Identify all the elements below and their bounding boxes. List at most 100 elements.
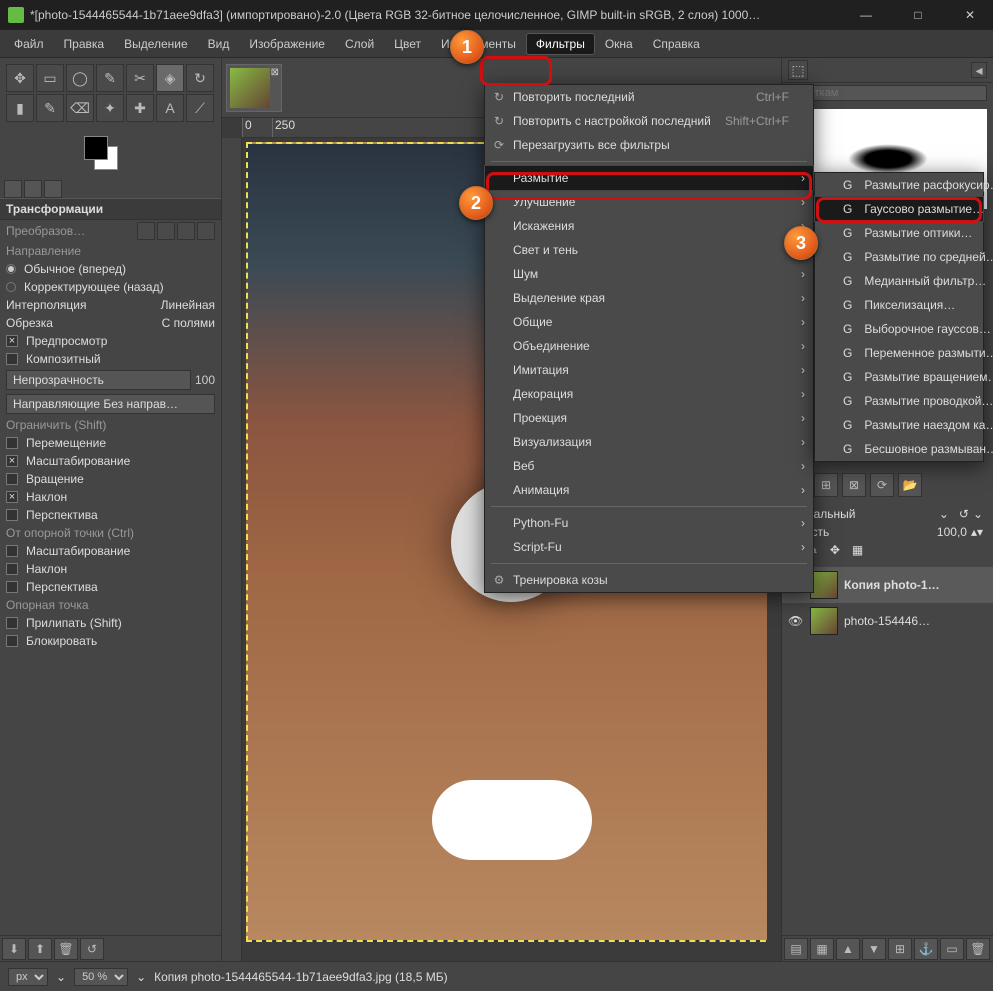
layer-row[interactable]: 👁 photo-154446… [782,603,993,639]
c-persp-check[interactable] [6,509,18,521]
tool-unified-transform[interactable]: ◈ [156,64,184,92]
tool-pencil[interactable]: ✎ [36,94,64,122]
raise-layer-button[interactable]: ▲ [836,938,860,960]
opacity-slider[interactable]: Непрозрачность [6,370,191,390]
crop-value[interactable]: С полями [162,316,215,330]
transform-target-selection[interactable] [157,222,175,240]
new-brush-button[interactable]: ⊞ [814,473,838,497]
tab-images[interactable] [44,180,62,198]
tool-fuzzy[interactable]: ✎ [96,64,124,92]
layer-name[interactable]: Копия photo-1… [844,578,940,592]
submenu-item-размытие-наездом-ка-[interactable]: GРазмытие наездом ка… [815,413,983,437]
submenu-item-гауссово-размытие-[interactable]: GГауссово размытие… [814,196,984,222]
close-button[interactable]: ✕ [947,0,993,30]
menu-фильтры[interactable]: Фильтры [526,33,595,55]
guides-button[interactable]: Направляющие Без направ… [6,394,215,414]
c-scale-check[interactable] [6,455,18,467]
interpolation-value[interactable]: Линейная [161,298,215,312]
menu-слой[interactable]: Слой [335,33,384,55]
new-group-button[interactable]: ▦ [810,938,834,960]
reset-mode-icon[interactable]: ↺ [959,507,969,521]
mask-layer-button[interactable]: ▭ [940,938,964,960]
configure-tab-icon[interactable]: ◂ [971,62,987,78]
menu-item-размытие[interactable]: Размытие› [484,165,814,191]
submenu-item-размытие-оптики-[interactable]: GРазмытие оптики… [815,221,983,245]
del-brush-button[interactable]: ⟳ [870,473,894,497]
menu-справка[interactable]: Справка [643,33,710,55]
reset-button[interactable]: ↺ [80,938,104,960]
menu-item-декорация[interactable]: Декорация› [485,382,813,406]
tool-move[interactable]: ✥ [6,64,34,92]
tool-clone[interactable]: ✦ [96,94,124,122]
save-preset-button[interactable]: ⬇ [2,938,26,960]
submenu-item-выборочное-гауссов-[interactable]: GВыборочное гауссов… [815,317,983,341]
composite-check[interactable] [6,353,18,365]
tool-path[interactable]: ⟋ [186,94,214,122]
dup-layer-button[interactable]: ⊞ [888,938,912,960]
visibility-icon[interactable]: 👁 [788,614,804,628]
zoom-select[interactable]: 50 % [74,968,128,986]
submenu-item-пикселизация-[interactable]: GПикселизация… [815,293,983,317]
unit-select[interactable]: px [8,968,48,986]
p-persp-check[interactable] [6,581,18,593]
tool-free-select[interactable]: ◯ [66,64,94,92]
fg-color[interactable] [84,136,108,160]
menu-item-общие[interactable]: Общие› [485,310,813,334]
c-shear-check[interactable] [6,491,18,503]
restore-preset-button[interactable]: ⬆ [28,938,52,960]
submenu-item-размытие-расфокусир-[interactable]: GРазмытие расфокусир… [815,173,983,197]
menu-цвет[interactable]: Цвет [384,33,431,55]
layer-name[interactable]: photo-154446… [844,614,930,628]
menu-item-тренировка-козы[interactable]: ⚙Тренировка козы [485,568,813,592]
menu-item-искажения[interactable]: Искажения› [485,214,813,238]
delete-layer-button[interactable]: 🗑 [966,938,990,960]
delete-preset-button[interactable]: 🗑 [54,938,78,960]
menu-item-свет-и-тень[interactable]: Свет и тень› [485,238,813,262]
layer-opacity-value[interactable]: 100,0 [937,525,967,539]
tool-eraser[interactable]: ⌫ [66,94,94,122]
menu-выделение[interactable]: Выделение [114,33,198,55]
p-shear-check[interactable] [6,563,18,575]
menu-окна[interactable]: Окна [595,33,643,55]
tool-rect-select[interactable]: ▭ [36,64,64,92]
menu-item-выделение-края[interactable]: Выделение края› [485,286,813,310]
minimize-button[interactable]: — [843,0,889,30]
lock-alpha-icon[interactable]: ▦ [852,543,870,561]
maximize-button[interactable]: □ [895,0,941,30]
menu-item-визуализация[interactable]: Визуализация› [485,430,813,454]
direction-corrective-radio[interactable] [6,282,16,292]
menu-файл[interactable]: Файл [4,33,54,55]
brushes-tab[interactable]: ⬚ [788,60,808,80]
a-snap-check[interactable] [6,617,18,629]
transform-target-layer[interactable] [137,222,155,240]
submenu-item-размытие-по-средней-[interactable]: GРазмытие по средней… [815,245,983,269]
new-layer-button[interactable]: ▤ [784,938,808,960]
search-brushes[interactable] [788,85,987,101]
submenu-item-медианный-фильтр-[interactable]: GМедианный фильтр… [815,269,983,293]
refresh-brush-button[interactable]: 📂 [898,473,922,497]
menu-item-объединение[interactable]: Объединение› [485,334,813,358]
close-icon[interactable]: ⊠ [271,67,279,78]
color-swatches[interactable] [6,134,215,174]
tool-heal[interactable]: ✚ [126,94,154,122]
lower-layer-button[interactable]: ▼ [862,938,886,960]
menu-изображение[interactable]: Изображение [239,33,335,55]
tool-bucket[interactable]: ▮ [6,94,34,122]
menu-item-script-fu[interactable]: Script-Fu› [485,535,813,559]
submenu-item-бесшовное-размыван-[interactable]: GБесшовное размыван… [815,437,983,461]
tab-tool-options[interactable] [4,180,22,198]
tool-text[interactable]: A [156,94,184,122]
c-rotate-check[interactable] [6,473,18,485]
menu-вид[interactable]: Вид [198,33,240,55]
c-move-check[interactable] [6,437,18,449]
image-tab-1[interactable]: ⊠ [226,64,282,112]
menu-item-анимация[interactable]: Анимация› [485,478,813,502]
menu-item-перезагрузить-все-фильтры[interactable]: ⟳Перезагрузить все фильтры [485,133,813,157]
submenu-item-размытие-проводкой-[interactable]: GРазмытие проводкой… [815,389,983,413]
menu-item-имитация[interactable]: Имитация› [485,358,813,382]
menu-item-python-fu[interactable]: Python-Fu› [485,511,813,535]
a-lock-check[interactable] [6,635,18,647]
p-scale-check[interactable] [6,545,18,557]
menu-item-проекция[interactable]: Проекция› [485,406,813,430]
merge-layer-button[interactable]: ⚓ [914,938,938,960]
